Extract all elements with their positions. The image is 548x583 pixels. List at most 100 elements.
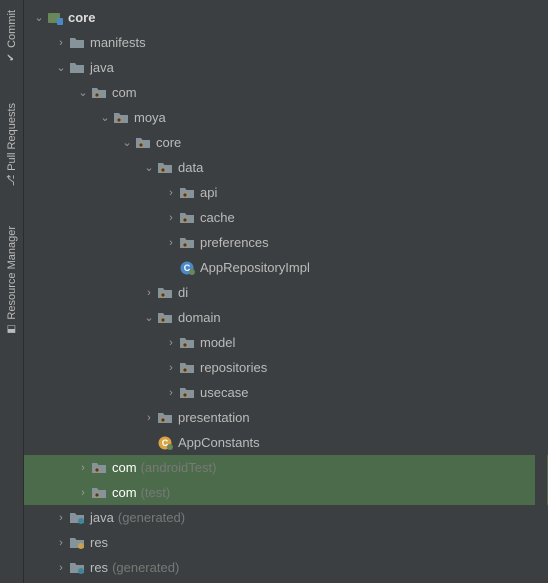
- tree-label: res: [90, 560, 108, 575]
- scrollbar-vertical[interactable]: [535, 0, 547, 583]
- chevron-down-icon[interactable]: ⌄: [32, 11, 46, 24]
- tree-label: presentation: [178, 410, 250, 425]
- tree-label: preferences: [200, 235, 269, 250]
- tree-label: manifests: [90, 35, 146, 50]
- tree-row-folder-java-generated[interactable]: › java (generated): [24, 505, 548, 530]
- tree-label: com: [112, 85, 137, 100]
- tree-row-package-usecase[interactable]: › usecase: [24, 380, 548, 405]
- chevron-right-icon[interactable]: ›: [164, 337, 178, 349]
- tree-row-folder-res-generated[interactable]: › res (generated): [24, 555, 548, 580]
- tree-row-file-appconstants[interactable]: ›CAppConstants: [24, 430, 548, 455]
- folder-icon: [68, 34, 86, 52]
- folder-icon: [68, 59, 86, 77]
- chevron-right-icon[interactable]: ›: [164, 362, 178, 374]
- chevron-right-icon[interactable]: ›: [54, 562, 68, 574]
- package-icon: [178, 384, 196, 402]
- tree-row-package-cache[interactable]: › cache: [24, 205, 548, 230]
- tree-label: java: [90, 60, 114, 75]
- tree-label: java: [90, 510, 114, 525]
- chevron-down-icon[interactable]: ⌄: [98, 111, 112, 124]
- genfolder-icon: [68, 559, 86, 577]
- chevron-down-icon[interactable]: ⌄: [142, 161, 156, 174]
- tree-row-folder-java[interactable]: ⌄ java: [24, 55, 548, 80]
- side-tab-label: Commit: [6, 10, 18, 48]
- chevron-right-icon[interactable]: ›: [164, 387, 178, 399]
- tree-label: core: [156, 135, 181, 150]
- tree-label: domain: [178, 310, 221, 325]
- side-tab-pull-requests[interactable]: ⎇ Pull Requests: [6, 103, 18, 186]
- pull-request-icon: ⎇: [6, 175, 17, 186]
- tree-row-package-com[interactable]: ⌄ com: [24, 80, 548, 105]
- tree-row-package-model[interactable]: › model: [24, 330, 548, 355]
- package-icon: [112, 109, 130, 127]
- tree-row-file-apprepositoryimpl[interactable]: ›CAppRepositoryImpl: [24, 255, 548, 280]
- package-icon: [156, 284, 174, 302]
- tree-row-package-domain[interactable]: ⌄ domain: [24, 305, 548, 330]
- tree-row-package-presentation[interactable]: › presentation: [24, 405, 548, 430]
- tree-label: api: [200, 185, 217, 200]
- resource-manager-icon: ◧: [6, 323, 17, 334]
- tree-label: com: [112, 460, 137, 475]
- chevron-right-icon[interactable]: ›: [76, 462, 90, 474]
- tree-row-folder-res[interactable]: › res: [24, 530, 548, 555]
- tree-label: AppConstants: [178, 435, 260, 450]
- tree-hint: (generated): [112, 560, 179, 575]
- project-tree[interactable]: ⌄core›manifests⌄java⌄com⌄moya⌄core⌄data›…: [24, 0, 548, 583]
- package-icon: [178, 234, 196, 252]
- tree-row-package-core[interactable]: ⌄ core: [24, 130, 548, 155]
- tree-label: di: [178, 285, 188, 300]
- package-icon: [178, 334, 196, 352]
- tree-row-module-core[interactable]: ⌄ core: [24, 5, 548, 30]
- tree-row-package-com-androidtest[interactable]: › com (androidTest): [24, 455, 548, 480]
- tree-row-package-data[interactable]: ⌄ data: [24, 155, 548, 180]
- chevron-down-icon[interactable]: ⌄: [76, 86, 90, 99]
- tree-label: usecase: [200, 385, 248, 400]
- tree-label: res: [90, 535, 108, 550]
- package-icon: [90, 84, 108, 102]
- tree-row-package-preferences[interactable]: › preferences: [24, 230, 548, 255]
- tree-label: repositories: [200, 360, 267, 375]
- tree-label: cache: [200, 210, 235, 225]
- chevron-right-icon[interactable]: ›: [164, 237, 178, 249]
- tree-label: core: [68, 10, 95, 25]
- tree-label: com: [112, 485, 137, 500]
- package-icon: [156, 409, 174, 427]
- tree-row-package-di[interactable]: › di: [24, 280, 548, 305]
- tree-row-package-moya[interactable]: ⌄ moya: [24, 105, 548, 130]
- tree-row-package-com-test[interactable]: ›com(test): [24, 480, 548, 505]
- chevron-down-icon[interactable]: ⌄: [120, 136, 134, 149]
- side-tab-resource-manager[interactable]: ◧ Resource Manager: [6, 226, 18, 335]
- tree-row-package-repositories[interactable]: › repositories: [24, 355, 548, 380]
- tree-label: AppRepositoryImpl: [200, 260, 310, 275]
- chevron-right-icon[interactable]: ›: [54, 37, 68, 49]
- tool-window-bar: ✔ Commit ⎇ Pull Requests ◧ Resource Mana…: [0, 0, 24, 583]
- package-icon: [178, 209, 196, 227]
- side-tab-label: Pull Requests: [6, 103, 18, 171]
- chevron-right-icon[interactable]: ›: [54, 537, 68, 549]
- package-icon: [90, 484, 108, 502]
- tree-hint: (androidTest): [141, 460, 217, 475]
- chevron-down-icon[interactable]: ⌄: [142, 311, 156, 324]
- resfolder-icon: [68, 534, 86, 552]
- tree-label: model: [200, 335, 235, 350]
- chevron-right-icon[interactable]: ›: [164, 212, 178, 224]
- chevron-down-icon[interactable]: ⌄: [54, 61, 68, 74]
- tree-label: data: [178, 160, 203, 175]
- side-tab-commit[interactable]: ✔ Commit: [6, 10, 18, 63]
- chevron-right-icon[interactable]: ›: [142, 287, 156, 299]
- package-icon: [90, 459, 108, 477]
- package-icon: [178, 184, 196, 202]
- chevron-right-icon[interactable]: ›: [142, 412, 156, 424]
- module-icon: [46, 9, 64, 27]
- chevron-right-icon[interactable]: ›: [76, 487, 90, 499]
- tree-row-package-api[interactable]: › api: [24, 180, 548, 205]
- tree-hint: (generated): [118, 510, 185, 525]
- tree-row-folder-manifests[interactable]: › manifests: [24, 30, 548, 55]
- kobject-icon: C: [156, 434, 174, 452]
- tree-label: moya: [134, 110, 166, 125]
- chevron-right-icon[interactable]: ›: [54, 512, 68, 524]
- package-icon: [156, 159, 174, 177]
- chevron-right-icon[interactable]: ›: [164, 187, 178, 199]
- package-icon: [178, 359, 196, 377]
- package-icon: [134, 134, 152, 152]
